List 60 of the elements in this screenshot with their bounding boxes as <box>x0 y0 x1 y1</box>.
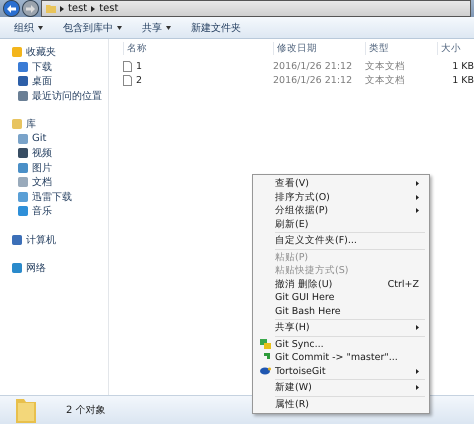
menu-item[interactable]: 查看(V) <box>255 177 427 190</box>
caret-icon <box>117 26 122 30</box>
breadcrumb-item[interactable]: test <box>68 3 88 14</box>
toolbar-button[interactable]: 新建文件夹 <box>191 20 241 34</box>
menu-item[interactable]: 共享(H) <box>255 321 427 334</box>
table-cell-text: 1 KB <box>451 74 474 86</box>
file-name[interactable]: 2 <box>136 74 142 86</box>
column-header[interactable]: 类型 <box>365 42 437 54</box>
forward-button[interactable] <box>22 0 39 17</box>
menu-item[interactable]: Git Commit -> "master"... <box>255 351 427 364</box>
address-bar[interactable]: test test <box>41 0 471 17</box>
sidebar-header[interactable]: 收藏夹 <box>0 45 108 60</box>
sidebar-item[interactable]: 视频 <box>0 146 108 160</box>
sidebar-header[interactable]: 计算机 <box>0 232 108 247</box>
sidebar-item[interactable]: 迅雷下载 <box>0 190 108 204</box>
file-name[interactable]: 1 <box>136 60 142 72</box>
breadcrumb-item[interactable]: test <box>99 3 118 14</box>
menu-item[interactable]: Git Bash Here <box>255 304 427 318</box>
menu-item[interactable]: 新建(W) <box>255 381 427 394</box>
table-cell-text: 2016/1/26 21:12 <box>273 60 354 72</box>
status-text: 2 个对象 <box>66 404 106 417</box>
sidebar-item[interactable]: 音乐 <box>0 204 108 218</box>
file-icon <box>123 74 132 86</box>
sidebar-header[interactable]: 库 <box>0 117 108 132</box>
forward-arrow-icon <box>26 4 35 12</box>
back-button[interactable] <box>3 0 20 17</box>
sidebar-header[interactable]: 网络 <box>0 261 108 276</box>
column-header[interactable]: 名称 <box>123 42 273 54</box>
table-cell-text: 2016/1/26 21:12 <box>273 74 354 86</box>
menu-item[interactable]: TortoiseGit <box>255 364 427 378</box>
sidebar-item[interactable]: 图片 <box>0 160 108 175</box>
table-cell-text: 文本文档 <box>365 74 406 86</box>
sidebar-item[interactable]: 文档 <box>0 175 108 190</box>
table-cell-text: 1 KB <box>451 60 474 72</box>
sidebar-item[interactable]: 最近访问的位置 <box>0 88 108 103</box>
file-icon <box>123 60 132 72</box>
back-arrow-icon <box>7 4 16 12</box>
menu-item[interactable]: 刷新(E) <box>255 218 427 231</box>
toolbar-button[interactable]: 组织 <box>14 20 43 34</box>
menu-item[interactable]: 排序方式(O) <box>255 190 427 204</box>
toolbar-button[interactable]: 共享 <box>142 20 171 34</box>
sidebar-item[interactable]: 桌面 <box>0 74 108 88</box>
sync-icon <box>260 339 270 350</box>
sidebar-item[interactable]: Git <box>0 132 108 146</box>
chevron-icon <box>60 6 64 12</box>
turtle-icon <box>259 366 271 376</box>
menu-item[interactable]: Git GUI Here <box>255 291 427 304</box>
menu-item[interactable]: 撤消 删除(U) Ctrl+Z <box>255 278 427 291</box>
sidebar-item[interactable]: 下载 <box>0 60 108 74</box>
caret-icon <box>38 26 43 30</box>
menu-item[interactable]: 分组依据(P) <box>255 204 427 218</box>
table-cell-text: 文本文档 <box>365 60 406 72</box>
chevron-icon <box>91 6 96 12</box>
menu-item[interactable]: 自定义文件夹(F)... <box>255 234 427 248</box>
menu-item[interactable]: 属性(R) <box>255 398 427 411</box>
caret-icon <box>166 26 171 30</box>
toolbar-button[interactable]: 包含到库中 <box>63 20 122 34</box>
menu-item[interactable]: Git Sync... <box>255 338 427 351</box>
column-header[interactable]: 大小 <box>437 42 474 54</box>
column-header[interactable]: 修改日期 <box>273 42 365 54</box>
